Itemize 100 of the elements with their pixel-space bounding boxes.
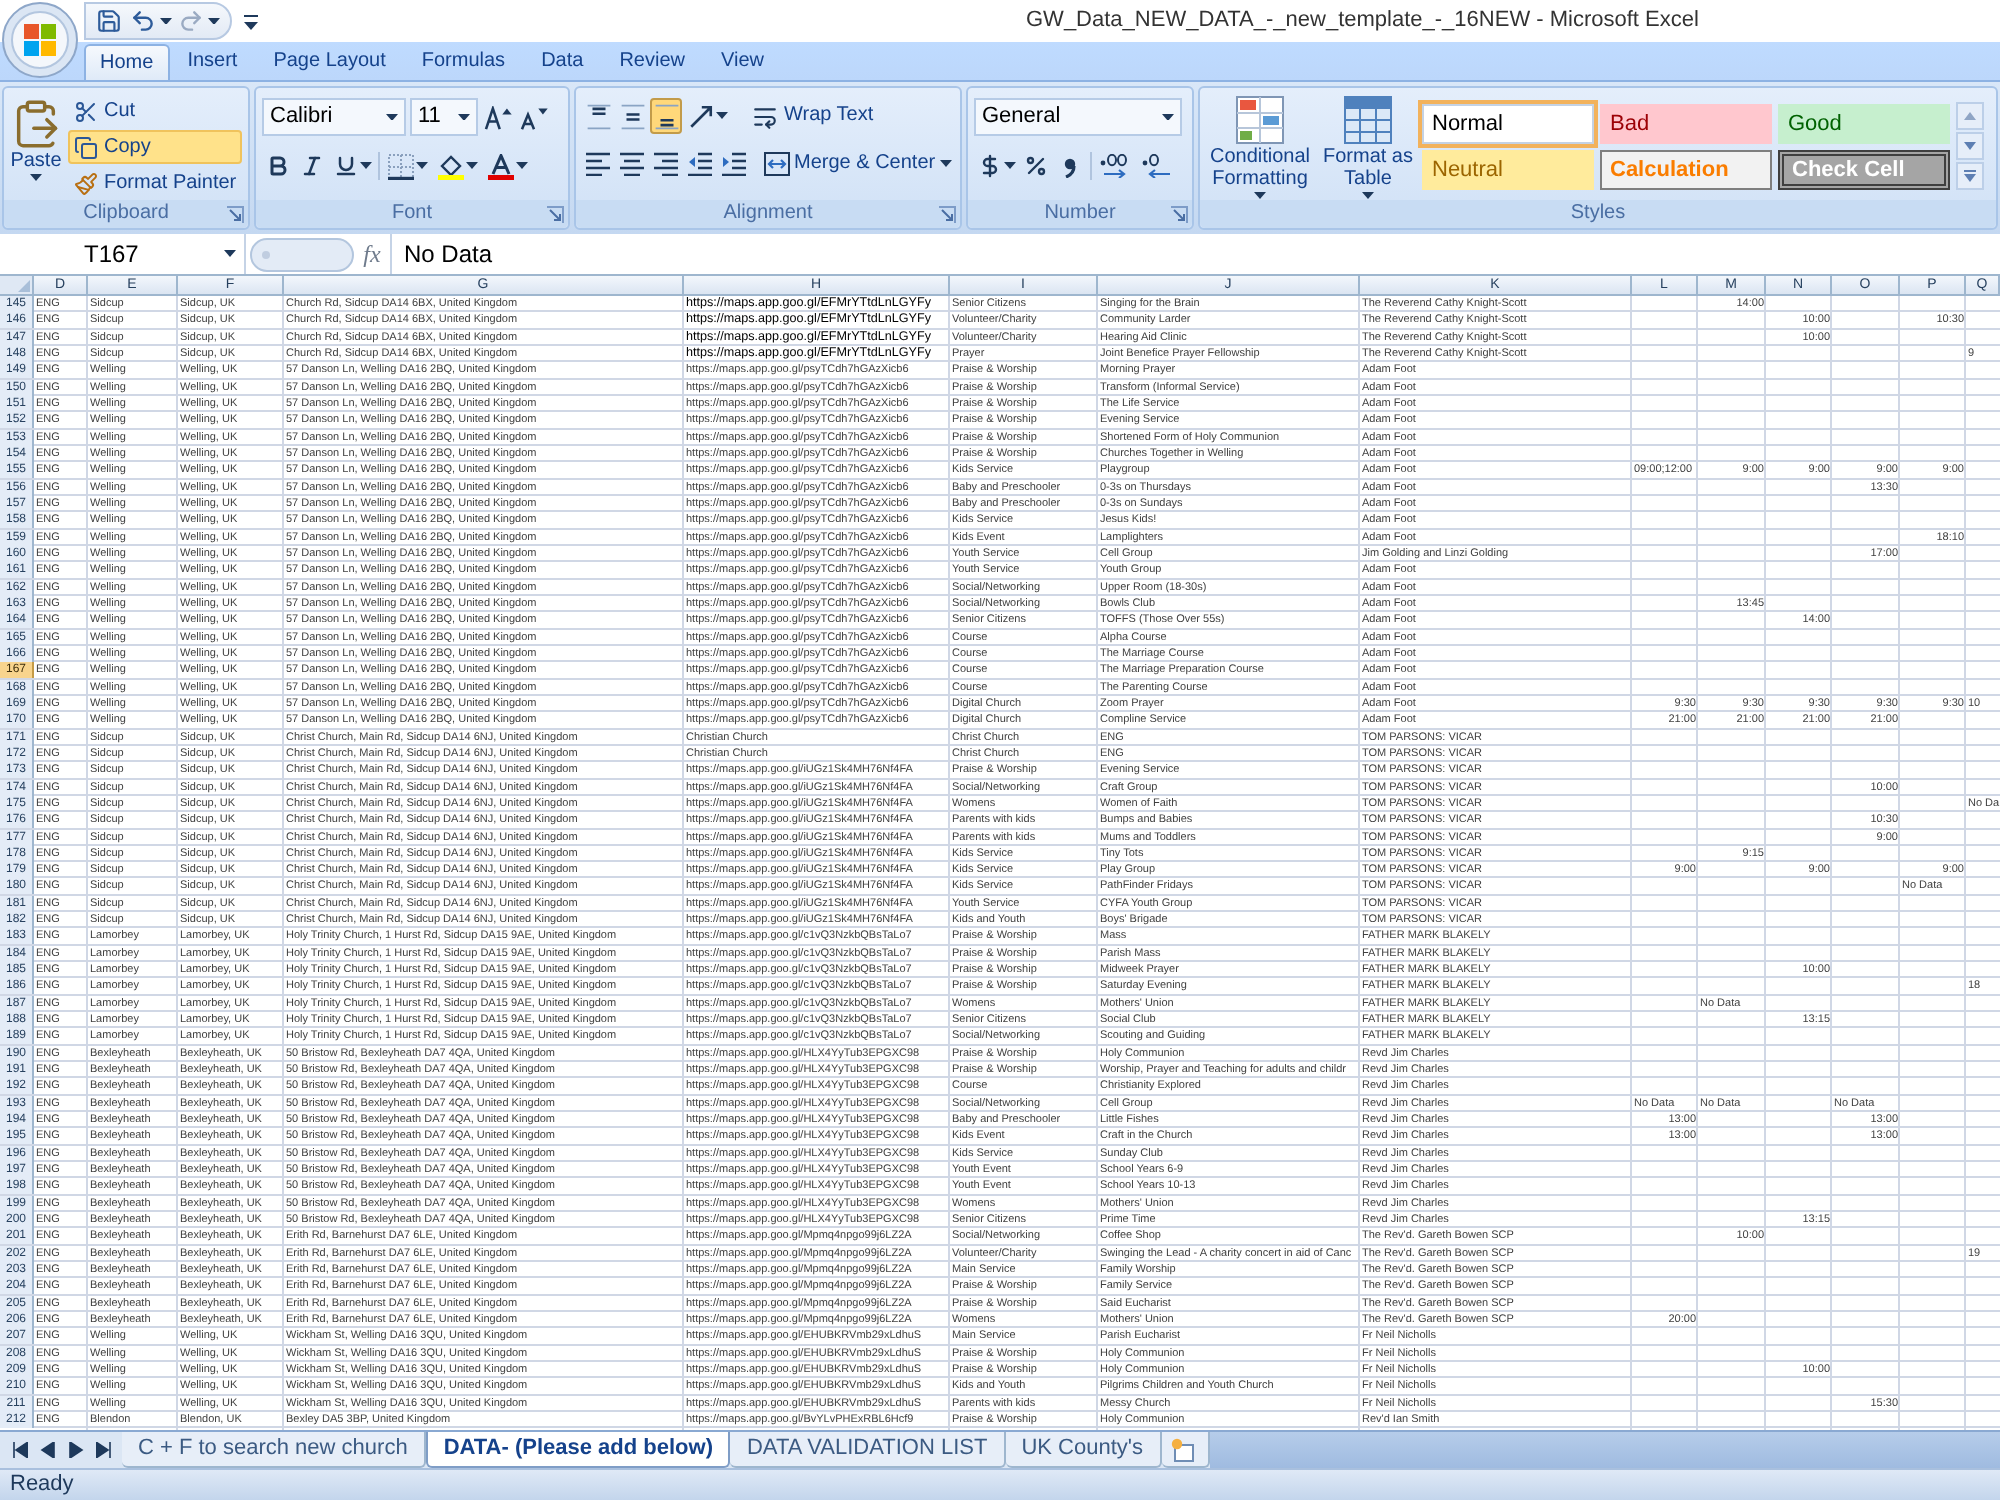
caret-icon — [208, 17, 220, 25]
caret-icon — [939, 160, 952, 168]
caret-icon — [160, 17, 172, 25]
redo-button[interactable] — [178, 6, 220, 36]
launcher-arrow-icon — [545, 205, 563, 223]
ribbon-tab[interactable]: View — [702, 44, 782, 80]
paintbrush-icon — [74, 171, 98, 195]
new-sheet-icon — [1170, 1437, 1198, 1461]
dialog-launcher-button[interactable] — [224, 204, 244, 224]
caret-icon — [458, 113, 470, 121]
previous-sheet-button[interactable] — [38, 1440, 56, 1460]
copy-button[interactable]: Copy — [68, 130, 243, 164]
font-family-dropdown[interactable]: Calibri — [262, 98, 406, 136]
percent-icon — [1024, 154, 1048, 178]
cell-style-option[interactable]: Neutral — [1422, 150, 1594, 190]
redo-icon — [178, 8, 204, 34]
first-arrow-icon — [11, 1442, 27, 1458]
gallery-more-button[interactable] — [1956, 162, 1984, 190]
insert-function-button[interactable]: fx — [358, 238, 386, 270]
launcher-arrow-icon — [1169, 205, 1187, 223]
increase-decimal-icon — [1100, 154, 1132, 178]
cell-style-option[interactable]: Bad — [1600, 104, 1772, 144]
align-middle-icon — [619, 103, 645, 129]
splitter-grip-icon — [250, 237, 354, 271]
wrap-text-icon — [752, 103, 778, 129]
dollar-icon — [977, 154, 1001, 178]
last-arrow-icon — [95, 1442, 111, 1458]
ribbon-tab[interactable]: Home — [84, 44, 170, 80]
merge-center-button[interactable]: Merge & Center — [760, 146, 956, 182]
next-sheet-button[interactable] — [66, 1440, 84, 1460]
undo-icon — [130, 8, 156, 34]
caret-icon — [224, 250, 236, 258]
align-right-icon — [654, 152, 678, 176]
bold-icon — [266, 154, 290, 178]
ribbon-tab[interactable]: Formulas — [403, 44, 524, 80]
dialog-launcher-button[interactable] — [544, 204, 564, 224]
sheet-tab[interactable]: C + F to search new church — [122, 1432, 426, 1468]
group-label: Clipboard — [81, 204, 171, 224]
launcher-arrow-icon — [937, 205, 955, 223]
caret-icon — [30, 174, 42, 181]
group-label: Number — [1042, 204, 1118, 224]
cell-style-option[interactable]: Normal — [1422, 104, 1594, 144]
underline-icon — [333, 154, 357, 178]
dialog-launcher-button[interactable] — [936, 204, 956, 224]
format-as-table-button[interactable]: Format as Table — [1320, 94, 1416, 200]
italic-icon — [300, 154, 324, 178]
gallery-down-button[interactable] — [1956, 132, 1984, 160]
align-top-icon — [585, 103, 611, 129]
diagonal-arrow-icon — [688, 103, 714, 129]
customize-caret-icon — [243, 13, 257, 29]
ribbon-tab[interactable]: Review — [601, 44, 703, 80]
ribbon-tab[interactable]: Data — [523, 44, 602, 80]
caret-icon — [466, 162, 478, 170]
outdent-icon — [688, 152, 712, 176]
office-button[interactable] — [2, 2, 78, 78]
window-title: GW_Data_NEW_DATA_-_new_template_-_16NEW - Microsoft Excel — [1026, 10, 1699, 32]
conditional-formatting-icon — [1236, 96, 1284, 144]
insert-sheet-button[interactable] — [1161, 1432, 1209, 1468]
sheet-tab[interactable]: DATA VALIDATION LIST — [730, 1432, 1006, 1468]
paste-button[interactable]: Paste — [10, 94, 62, 200]
sheet-tab[interactable]: UK County's — [1005, 1432, 1161, 1468]
wrap-text-button[interactable]: Wrap Text — [746, 98, 880, 134]
conditional-formatting-button[interactable]: Conditional Formatting — [1206, 94, 1314, 200]
table-grid-icon — [1344, 96, 1392, 144]
cut-button[interactable]: Cut — [68, 94, 243, 128]
caret-icon — [386, 113, 398, 121]
indent-icon — [722, 152, 746, 176]
dialog-launcher-button[interactable] — [1168, 204, 1188, 224]
caret-icon — [359, 162, 371, 170]
font-size-dropdown[interactable]: 11 — [410, 98, 478, 136]
ribbon-tab[interactable]: Insert — [169, 44, 256, 80]
borders-button[interactable] — [384, 148, 432, 184]
sheet-tab[interactable]: DATA- (Please add below) — [425, 1432, 731, 1468]
office-logo-icon — [2, 2, 78, 78]
borders-icon — [388, 153, 414, 179]
first-sheet-button[interactable] — [10, 1440, 28, 1460]
grow-font-icon — [484, 105, 512, 129]
launcher-arrow-icon — [225, 205, 243, 223]
caret-icon — [416, 162, 428, 170]
merge-cells-icon — [764, 152, 790, 176]
caret-icon — [1162, 113, 1174, 121]
number-format-dropdown[interactable]: General — [974, 98, 1182, 136]
corner-triangle-icon — [18, 280, 30, 292]
group-label: Font — [389, 204, 434, 224]
last-sheet-button[interactable] — [94, 1440, 112, 1460]
cell-style-option[interactable]: Good — [1778, 104, 1950, 144]
next-arrow-icon — [67, 1442, 83, 1458]
undo-button[interactable] — [130, 6, 172, 36]
save-icon — [96, 8, 122, 34]
format-painter-button[interactable]: Format Painter — [68, 166, 243, 200]
align-bottom-button[interactable] — [650, 98, 682, 134]
font-color-button[interactable] — [484, 148, 532, 184]
previous-arrow-icon — [39, 1442, 55, 1458]
caret-icon — [1003, 162, 1015, 170]
caret-icon — [716, 112, 728, 120]
expand-gallery-icon — [1964, 170, 1976, 182]
save-button[interactable] — [94, 6, 124, 36]
ribbon-tab[interactable]: Page Layout — [255, 44, 404, 80]
decrease-decimal-icon — [1142, 154, 1174, 178]
align-bottom-icon — [653, 103, 679, 129]
